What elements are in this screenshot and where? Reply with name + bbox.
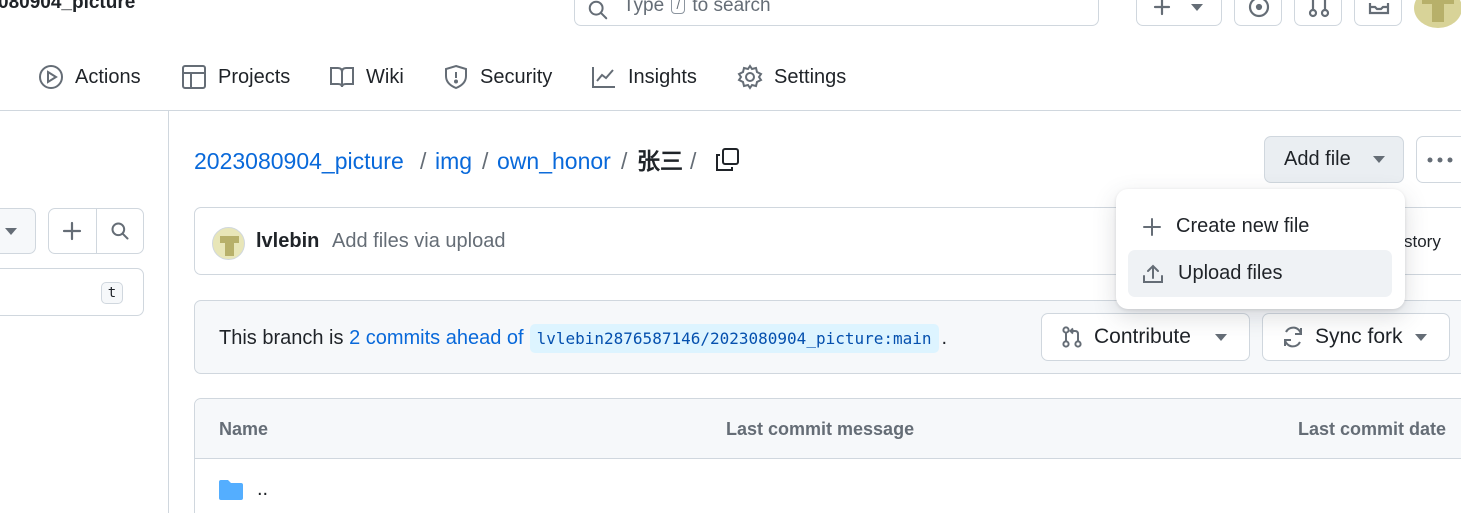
copy-path-icon[interactable] (714, 147, 740, 173)
filter-shortcut-key: t (101, 282, 123, 304)
author-avatar[interactable] (212, 227, 245, 260)
file-filter-input[interactable]: t (0, 268, 144, 316)
breadcrumb-dir-own-honor[interactable]: own_honor (497, 146, 611, 176)
tab-wiki[interactable]: Wiki (329, 60, 404, 94)
tab-projects[interactable]: Projects (181, 60, 290, 94)
add-file-menu: Create new file Upload files (1116, 189, 1405, 309)
parent-directory-link[interactable]: .. (257, 478, 268, 501)
column-header-last-commit-date: Last commit date (1298, 419, 1447, 439)
chevron-down-icon (5, 228, 17, 236)
tab-settings[interactable]: Settings (737, 60, 846, 94)
search-icon (587, 0, 609, 21)
breadcrumb-current-dir: 张三 (637, 148, 683, 174)
menu-item-create-new-file[interactable]: Create new file (1128, 203, 1392, 250)
branch-selector[interactable] (0, 208, 36, 254)
history-link[interactable]: story (1404, 232, 1441, 252)
search-file-tree-button[interactable] (95, 209, 143, 253)
issue-circle-icon (1247, 0, 1271, 19)
kebab-horizontal-icon (1427, 157, 1455, 163)
contribute-label: Contribute (1094, 325, 1191, 348)
menu-item-label: Upload files (1178, 262, 1283, 284)
tabs-divider (0, 110, 1461, 111)
plus-icon (62, 221, 82, 241)
chevron-down-icon (1191, 4, 1203, 12)
branch-status-suffix: . (941, 327, 948, 349)
sync-fork-button[interactable]: Sync fork (1262, 313, 1450, 361)
inbox-icon (1367, 0, 1391, 17)
branch-status-text: This branch is 2 commits ahead of lvlebin… (219, 324, 947, 353)
tab-label: Projects (218, 65, 291, 88)
create-new-button[interactable] (1136, 0, 1222, 26)
breadcrumb-repo-link[interactable]: 2023080904_picture (194, 146, 404, 176)
add-file-button[interactable]: Add file (1264, 136, 1404, 183)
play-circle-icon (38, 64, 64, 90)
chevron-down-icon (1415, 334, 1427, 342)
column-header-last-commit-message: Last commit message (726, 419, 915, 439)
commit-author-link[interactable]: lvlebin (256, 230, 319, 253)
breadcrumb-separator: / (621, 148, 628, 174)
git-pull-request-icon (1060, 325, 1084, 349)
shield-icon (443, 64, 469, 90)
add-file-label: Add file (1284, 148, 1351, 170)
pull-requests-button[interactable] (1294, 0, 1342, 26)
repo-title[interactable]: 080904_picture (0, 0, 135, 14)
menu-item-label: Create new file (1176, 215, 1310, 237)
sync-icon (1281, 325, 1305, 349)
issues-button[interactable] (1234, 0, 1282, 26)
search-placeholder: Type / to search (623, 0, 771, 17)
tab-actions[interactable]: Actions (38, 60, 141, 94)
tab-label: Insights (628, 65, 697, 88)
file-tree-divider (168, 111, 169, 513)
search-icon (110, 221, 130, 241)
breadcrumb-separator: / (420, 148, 427, 174)
upstream-branch-ref: lvlebin2876587146/2023080904_picture:mai… (529, 324, 939, 353)
chevron-down-icon (1373, 156, 1385, 164)
breadcrumb-separator: / (482, 148, 489, 174)
chevron-down-icon (1215, 334, 1227, 342)
inbox-button[interactable] (1354, 0, 1402, 26)
file-tree-actions (48, 208, 144, 254)
table-icon (181, 64, 207, 90)
gear-icon (737, 64, 763, 90)
user-avatar[interactable] (1414, 0, 1461, 28)
commit-message-link[interactable]: Add files via upload (332, 230, 505, 253)
plus-icon (1142, 217, 1162, 237)
tab-label: Wiki (366, 65, 404, 88)
breadcrumb-separator: / (690, 148, 697, 174)
tab-security[interactable]: Security (443, 60, 552, 94)
column-header-name: Name (219, 419, 269, 439)
graph-icon (591, 65, 617, 89)
search-input[interactable]: Type / to search (574, 0, 1099, 26)
plus-icon (1152, 0, 1172, 17)
git-pull-request-icon (1308, 0, 1330, 19)
tab-insights[interactable]: Insights (591, 60, 697, 94)
branch-status-prefix: This branch is (219, 327, 344, 349)
commits-ahead-link[interactable]: 2 commits ahead of (349, 327, 524, 350)
tab-label: Settings (774, 65, 847, 88)
add-file-tree-button[interactable] (49, 209, 96, 253)
menu-item-upload-files[interactable]: Upload files (1128, 250, 1392, 297)
tab-label: Security (480, 65, 553, 88)
book-icon (329, 65, 355, 89)
upload-icon (1142, 263, 1164, 285)
contribute-button[interactable]: Contribute (1041, 313, 1250, 361)
more-options-button[interactable] (1416, 136, 1461, 183)
folder-icon (218, 479, 244, 501)
tab-label: Actions (75, 65, 141, 88)
sync-fork-label: Sync fork (1315, 325, 1403, 348)
breadcrumb-dir-img[interactable]: img (435, 146, 472, 176)
